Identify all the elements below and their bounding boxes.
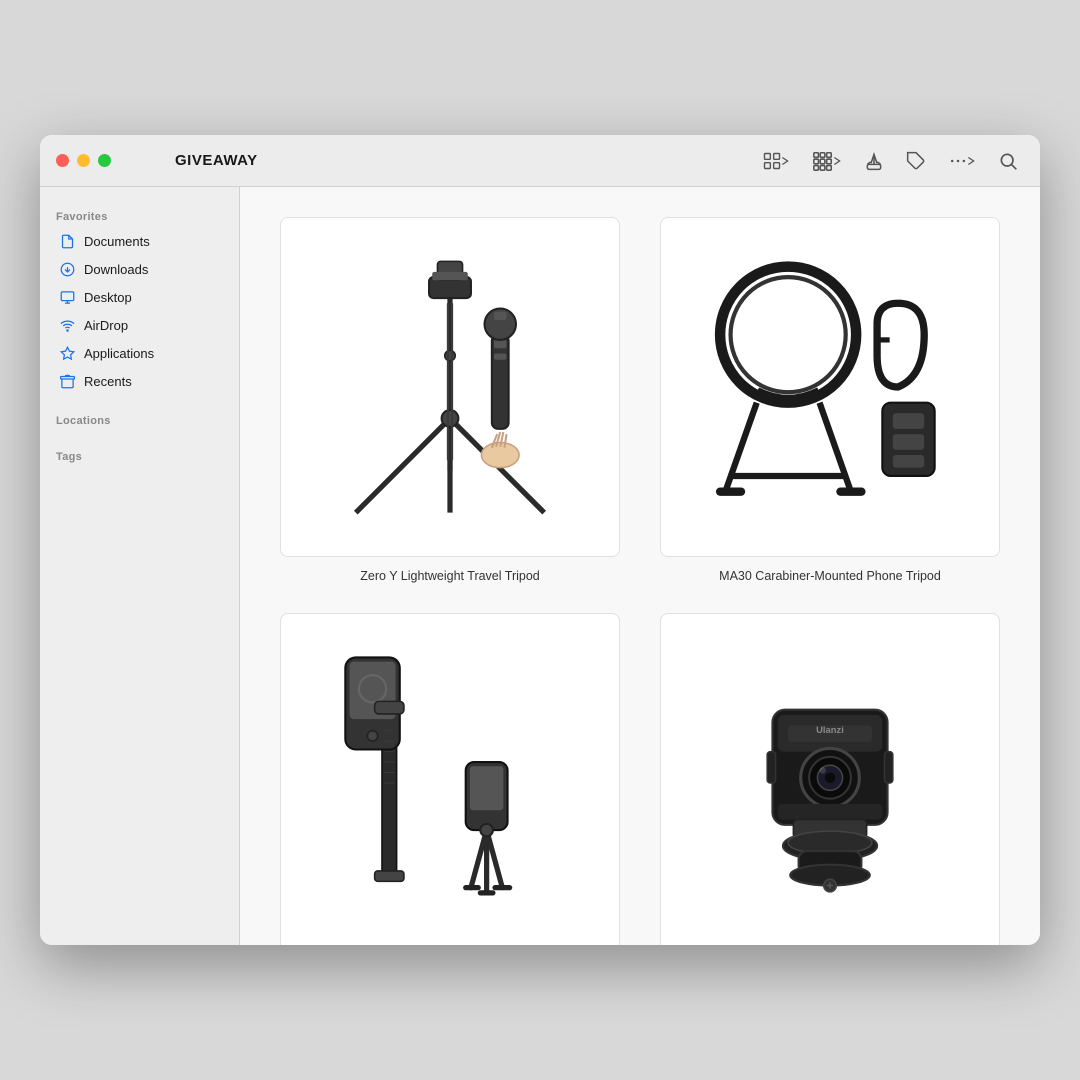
sidebar-item-downloads[interactable]: Downloads [46,255,233,283]
sidebar-item-applications[interactable]: Applications [46,339,233,367]
close-button[interactable] [56,154,69,167]
search-button[interactable] [992,147,1024,175]
desktop-icon [58,288,76,306]
toolbar-right [756,146,1024,176]
airdrop-icon [58,316,76,334]
titlebar: GIVEAWAY [40,135,1040,187]
sidebar-item-documents[interactable]: Documents [46,227,233,255]
tag-button[interactable] [900,147,932,175]
more-button[interactable] [942,147,982,175]
folder-title: GIVEAWAY [175,152,258,169]
sidebar-item-label: AirDrop [84,318,128,333]
document-icon [58,232,76,250]
product-image-1 [280,217,620,557]
download-icon [58,260,76,278]
sidebar-item-label: Desktop [84,290,132,305]
product-label-1: Zero Y Lightweight Travel Tripod [360,569,540,583]
recents-icon [58,372,76,390]
product-item-3[interactable]: JJ03 3-in-1 Magnetic Phone Tripod [280,613,620,945]
sidebar-item-label: Recents [84,374,132,389]
product-grid: Zero Y Lightweight Travel Tripod [280,217,1000,945]
back-button[interactable] [131,148,143,173]
sidebar-item-label: Documents [84,234,150,249]
sidebar-item-label: Downloads [84,262,148,277]
sidebar: Favorites Documents [40,187,240,945]
view-grid-button[interactable] [756,147,796,175]
product-item-4[interactable]: Ulanzi Pocket 3 Mini Tripod Kit [660,613,1000,945]
forward-button[interactable] [147,148,159,173]
finder-window: GIVEAWAY [40,135,1040,945]
svg-text:Ulanzi: Ulanzi [816,724,844,735]
sidebar-item-label: Applications [84,346,154,361]
sidebar-item-desktop[interactable]: Desktop [46,283,233,311]
content-area: Zero Y Lightweight Travel Tripod [240,187,1040,945]
sidebar-item-recents[interactable]: Recents [46,367,233,395]
applications-icon [58,344,76,362]
minimize-button[interactable] [77,154,90,167]
nav-buttons [131,148,159,173]
main-content: Favorites Documents [40,187,1040,945]
favorites-label: Favorites [40,203,239,227]
maximize-button[interactable] [98,154,111,167]
tags-label: Tags [40,443,239,467]
product-item-2[interactable]: MA30 Carabiner-Mounted Phone Tripod [660,217,1000,583]
product-image-3 [280,613,620,945]
product-item-1[interactable]: Zero Y Lightweight Travel Tripod [280,217,620,583]
product-image-2 [660,217,1000,557]
view-list-button[interactable] [806,146,848,176]
product-image-4: Ulanzi [660,613,1000,945]
sidebar-item-airdrop[interactable]: AirDrop [46,311,233,339]
product-label-2: MA30 Carabiner-Mounted Phone Tripod [719,569,941,583]
locations-label: Locations [40,407,239,431]
share-button[interactable] [858,147,890,175]
traffic-lights [56,154,111,167]
